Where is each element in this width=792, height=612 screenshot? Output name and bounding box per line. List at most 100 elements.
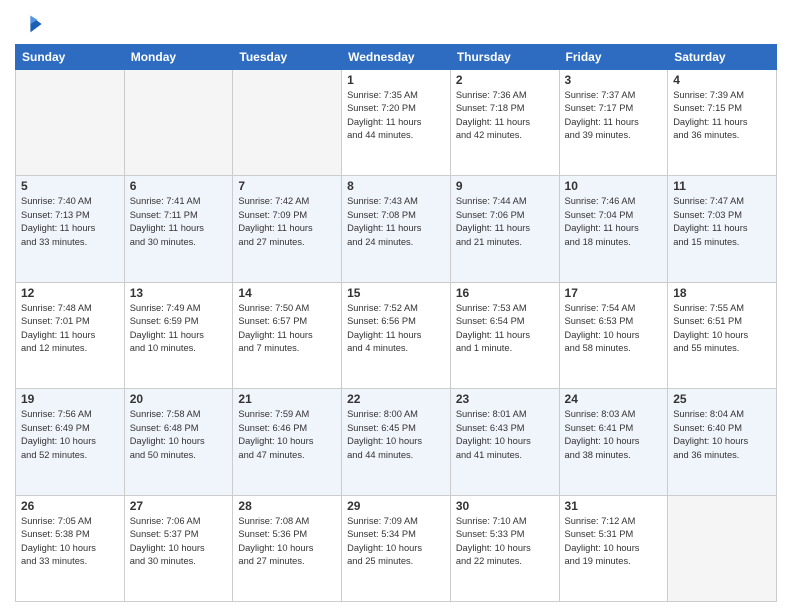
calendar-cell: 31 Sunrise: 7:12 AM Sunset: 5:31 PM Dayli…: [559, 495, 668, 601]
calendar-cell: 10 Sunrise: 7:46 AM Sunset: 7:04 PM Dayli…: [559, 176, 668, 282]
calendar-cell: 7Sunrise: 7:42 AM Sunset: 7:09 PM Daylig…: [233, 176, 342, 282]
calendar-header-thursday: Thursday: [450, 45, 559, 70]
calendar-cell: 21 Sunrise: 7:59 AM Sunset: 6:46 PM Dayli…: [233, 389, 342, 495]
header: [15, 10, 777, 38]
day-number: 23: [456, 392, 554, 406]
day-number: 11: [673, 179, 771, 193]
day-number: 14: [238, 286, 336, 300]
calendar-header-friday: Friday: [559, 45, 668, 70]
day-info: Sunrise: 7:08 AM Sunset: 5:36 PM Dayligh…: [238, 515, 336, 569]
day-number: 28: [238, 499, 336, 513]
calendar-cell: 15 Sunrise: 7:52 AM Sunset: 6:56 PM Dayli…: [342, 282, 451, 388]
day-info: Sunrise: 7:46 AM Sunset: 7:04 PM Dayligh…: [565, 195, 663, 249]
day-info: Sunrise: 7:47 AM Sunset: 7:03 PM Dayligh…: [673, 195, 771, 249]
calendar-header-monday: Monday: [124, 45, 233, 70]
day-number: 13: [130, 286, 228, 300]
day-number: 3: [565, 73, 663, 87]
day-info: Sunrise: 7:10 AM Sunset: 5:33 PM Dayligh…: [456, 515, 554, 569]
day-number: 5: [21, 179, 119, 193]
calendar-cell: 27Sunrise: 7:06 AM Sunset: 5:37 PM Dayli…: [124, 495, 233, 601]
day-info: Sunrise: 8:01 AM Sunset: 6:43 PM Dayligh…: [456, 408, 554, 462]
day-info: Sunrise: 7:05 AM Sunset: 5:38 PM Dayligh…: [21, 515, 119, 569]
day-number: 24: [565, 392, 663, 406]
calendar-header-saturday: Saturday: [668, 45, 777, 70]
day-number: 19: [21, 392, 119, 406]
calendar-cell: 20 Sunrise: 7:58 AM Sunset: 6:48 PM Dayli…: [124, 389, 233, 495]
day-number: 29: [347, 499, 445, 513]
calendar-cell: 14 Sunrise: 7:50 AM Sunset: 6:57 PM Dayli…: [233, 282, 342, 388]
day-info: Sunrise: 7:59 AM Sunset: 6:46 PM Dayligh…: [238, 408, 336, 462]
day-info: Sunrise: 7:41 AM Sunset: 7:11 PM Dayligh…: [130, 195, 228, 249]
day-number: 20: [130, 392, 228, 406]
calendar-cell: 1 Sunrise: 7:35 AM Sunset: 7:20 PM Daylig…: [342, 70, 451, 176]
day-info: Sunrise: 7:06 AM Sunset: 5:37 PM Dayligh…: [130, 515, 228, 569]
calendar-cell: 11 Sunrise: 7:47 AM Sunset: 7:03 PM Dayli…: [668, 176, 777, 282]
calendar-header-tuesday: Tuesday: [233, 45, 342, 70]
day-info: Sunrise: 7:58 AM Sunset: 6:48 PM Dayligh…: [130, 408, 228, 462]
calendar-cell: 29 Sunrise: 7:09 AM Sunset: 5:34 PM Dayli…: [342, 495, 451, 601]
calendar-cell: 19 Sunrise: 7:56 AM Sunset: 6:49 PM Dayli…: [16, 389, 125, 495]
calendar-cell: 26 Sunrise: 7:05 AM Sunset: 5:38 PM Dayli…: [16, 495, 125, 601]
day-info: Sunrise: 7:39 AM Sunset: 7:15 PM Dayligh…: [673, 89, 771, 143]
calendar-week-2: 5 Sunrise: 7:40 AM Sunset: 7:13 PM Daylig…: [16, 176, 777, 282]
calendar-week-1: 1 Sunrise: 7:35 AM Sunset: 7:20 PM Daylig…: [16, 70, 777, 176]
calendar-cell: [233, 70, 342, 176]
calendar-cell: 6 Sunrise: 7:41 AM Sunset: 7:11 PM Daylig…: [124, 176, 233, 282]
day-number: 12: [21, 286, 119, 300]
day-info: Sunrise: 7:43 AM Sunset: 7:08 PM Dayligh…: [347, 195, 445, 249]
day-info: Sunrise: 7:12 AM Sunset: 5:31 PM Dayligh…: [565, 515, 663, 569]
logo-icon: [15, 10, 43, 38]
day-number: 4: [673, 73, 771, 87]
day-info: Sunrise: 7:53 AM Sunset: 6:54 PM Dayligh…: [456, 302, 554, 356]
day-info: Sunrise: 7:49 AM Sunset: 6:59 PM Dayligh…: [130, 302, 228, 356]
day-number: 21: [238, 392, 336, 406]
calendar-cell: [16, 70, 125, 176]
day-number: 22: [347, 392, 445, 406]
day-info: Sunrise: 7:42 AM Sunset: 7:09 PM Dayligh…: [238, 195, 336, 249]
calendar-cell: 24 Sunrise: 8:03 AM Sunset: 6:41 PM Dayli…: [559, 389, 668, 495]
calendar-cell: 2Sunrise: 7:36 AM Sunset: 7:18 PM Daylig…: [450, 70, 559, 176]
calendar-cell: 28 Sunrise: 7:08 AM Sunset: 5:36 PM Dayli…: [233, 495, 342, 601]
calendar-cell: 9Sunrise: 7:44 AM Sunset: 7:06 PM Daylig…: [450, 176, 559, 282]
day-info: Sunrise: 7:50 AM Sunset: 6:57 PM Dayligh…: [238, 302, 336, 356]
calendar-header-row: SundayMondayTuesdayWednesdayThursdayFrid…: [16, 45, 777, 70]
calendar-cell: [124, 70, 233, 176]
calendar-cell: 23 Sunrise: 8:01 AM Sunset: 6:43 PM Dayli…: [450, 389, 559, 495]
calendar-week-3: 12 Sunrise: 7:48 AM Sunset: 7:01 PM Dayli…: [16, 282, 777, 388]
day-number: 6: [130, 179, 228, 193]
day-number: 10: [565, 179, 663, 193]
calendar-cell: [668, 495, 777, 601]
calendar-cell: 16 Sunrise: 7:53 AM Sunset: 6:54 PM Dayli…: [450, 282, 559, 388]
day-info: Sunrise: 7:35 AM Sunset: 7:20 PM Dayligh…: [347, 89, 445, 143]
day-info: Sunrise: 7:09 AM Sunset: 5:34 PM Dayligh…: [347, 515, 445, 569]
day-number: 26: [21, 499, 119, 513]
day-info: Sunrise: 7:55 AM Sunset: 6:51 PM Dayligh…: [673, 302, 771, 356]
day-number: 30: [456, 499, 554, 513]
day-info: Sunrise: 8:03 AM Sunset: 6:41 PM Dayligh…: [565, 408, 663, 462]
calendar-table: SundayMondayTuesdayWednesdayThursdayFrid…: [15, 44, 777, 602]
day-info: Sunrise: 8:00 AM Sunset: 6:45 PM Dayligh…: [347, 408, 445, 462]
calendar-header-sunday: Sunday: [16, 45, 125, 70]
day-info: Sunrise: 8:04 AM Sunset: 6:40 PM Dayligh…: [673, 408, 771, 462]
day-info: Sunrise: 7:56 AM Sunset: 6:49 PM Dayligh…: [21, 408, 119, 462]
day-info: Sunrise: 7:52 AM Sunset: 6:56 PM Dayligh…: [347, 302, 445, 356]
calendar-cell: 8 Sunrise: 7:43 AM Sunset: 7:08 PM Daylig…: [342, 176, 451, 282]
page: SundayMondayTuesdayWednesdayThursdayFrid…: [0, 0, 792, 612]
day-info: Sunrise: 7:40 AM Sunset: 7:13 PM Dayligh…: [21, 195, 119, 249]
calendar-header-wednesday: Wednesday: [342, 45, 451, 70]
day-number: 15: [347, 286, 445, 300]
day-number: 1: [347, 73, 445, 87]
day-info: Sunrise: 7:54 AM Sunset: 6:53 PM Dayligh…: [565, 302, 663, 356]
day-number: 25: [673, 392, 771, 406]
day-number: 16: [456, 286, 554, 300]
calendar-cell: 4 Sunrise: 7:39 AM Sunset: 7:15 PM Daylig…: [668, 70, 777, 176]
calendar-cell: 5 Sunrise: 7:40 AM Sunset: 7:13 PM Daylig…: [16, 176, 125, 282]
logo: [15, 10, 47, 38]
day-number: 8: [347, 179, 445, 193]
day-info: Sunrise: 7:37 AM Sunset: 7:17 PM Dayligh…: [565, 89, 663, 143]
calendar-cell: 18Sunrise: 7:55 AM Sunset: 6:51 PM Dayli…: [668, 282, 777, 388]
day-number: 31: [565, 499, 663, 513]
day-info: Sunrise: 7:48 AM Sunset: 7:01 PM Dayligh…: [21, 302, 119, 356]
day-number: 9: [456, 179, 554, 193]
day-number: 17: [565, 286, 663, 300]
